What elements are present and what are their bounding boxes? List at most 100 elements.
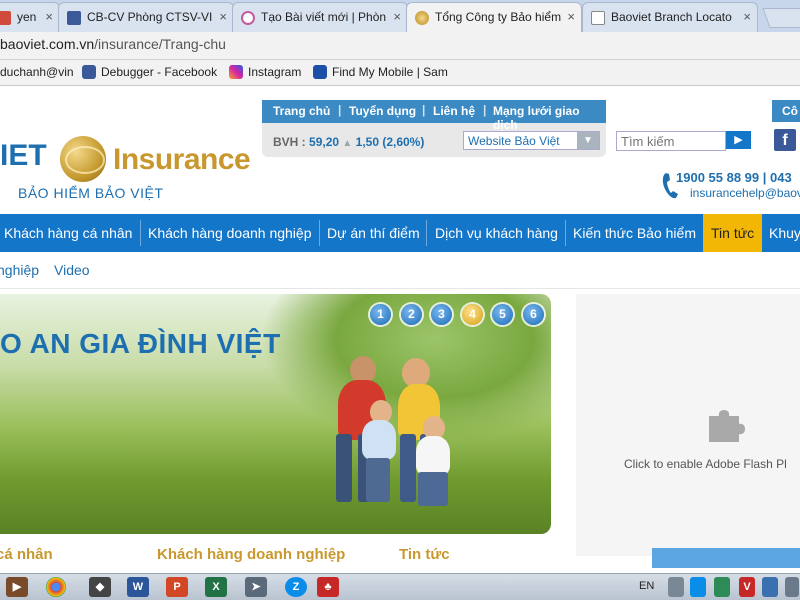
bookmark[interactable]: Instagram — [229, 65, 301, 79]
slide-dot-3[interactable]: 3 — [431, 304, 452, 325]
top-nav-careers[interactable]: Tuyển dụng — [349, 104, 416, 118]
section-business[interactable]: Khách hàng doanh nghiệp — [157, 546, 345, 563]
nav-personal-customers[interactable]: Khách hàng cá nhân — [4, 214, 132, 252]
excel-icon[interactable]: X — [205, 577, 227, 597]
game-icon[interactable]: ♣ — [317, 577, 339, 597]
mail-icon — [0, 11, 11, 25]
address-bar[interactable]: baoviet.com.vn/insurance/Trang-chu — [0, 32, 800, 60]
subnav-business[interactable]: nghiệp — [0, 262, 39, 278]
section-personal[interactable]: cá nhân — [0, 546, 53, 563]
tab-title: CB-CV Phòng CTSV-VI — [87, 10, 213, 24]
facebook-icon — [82, 65, 96, 79]
separator: | — [483, 103, 487, 117]
page-icon — [591, 11, 605, 25]
puzzle-piece-icon — [709, 410, 745, 442]
slide-dot-1[interactable]: 1 — [370, 304, 391, 325]
nav-divider — [319, 220, 320, 246]
slide-dot-6[interactable]: 6 — [523, 304, 544, 325]
bookmark[interactable]: Find My Mobile | Sam — [313, 65, 448, 79]
stock-price: 59,20 — [309, 135, 340, 149]
browser-tab-strip: yen d × CB-CV Phòng CTSV-VI × Tạo Bài vi… — [0, 0, 800, 33]
nav-insurance-knowledge[interactable]: Kiến thức Bảo hiểm — [573, 214, 696, 252]
widget-box — [652, 548, 800, 568]
nav-business-customers[interactable]: Khách hàng doanh nghiệp — [148, 214, 311, 252]
separator: | — [338, 103, 342, 117]
close-icon[interactable]: × — [45, 3, 53, 31]
bookmark[interactable]: duchanh@vin — [0, 65, 74, 79]
volume-icon[interactable] — [785, 577, 799, 597]
support-email[interactable]: insurancehelp@baov — [690, 186, 800, 200]
globe-icon — [60, 136, 106, 182]
url-text[interactable]: baoviet.com.vn/insurance/Trang-chu — [0, 36, 226, 52]
browser-tab-active[interactable]: Tổng Công ty Bảo hiểm × — [406, 2, 582, 33]
antivirus-icon[interactable]: V — [739, 577, 755, 597]
chrome-icon[interactable] — [46, 577, 66, 597]
main-nav: Khách hàng cá nhân Khách hàng doanh nghi… — [0, 214, 800, 252]
hero-banner[interactable]: O AN GIA ĐÌNH VIỆT 1 2 3 4 5 6 — [0, 294, 551, 534]
nav-news[interactable]: Tin tức — [703, 214, 763, 252]
website-select[interactable]: Website Bảo Việt ▼ — [463, 131, 600, 150]
browser-tab[interactable]: CB-CV Phòng CTSV-VI × — [58, 2, 234, 32]
nav-divider — [565, 220, 566, 246]
top-nav-branch-network[interactable]: Mạng lưới giao dịch — [493, 104, 606, 132]
slide-dot-5[interactable]: 5 — [492, 304, 513, 325]
chevron-down-icon[interactable]: ▼ — [577, 132, 599, 149]
nav-pilot-projects[interactable]: Dự án thí điểm — [327, 214, 420, 252]
bookmark-label: Debugger - Facebook — [101, 65, 218, 79]
close-icon[interactable]: × — [393, 3, 401, 31]
flash-plugin-placeholder[interactable]: Click to enable Adobe Flash Pl — [576, 294, 800, 556]
bookmark-label: Find My Mobile | Sam — [332, 65, 448, 79]
cloud-icon[interactable] — [668, 577, 684, 597]
tab-title: Tạo Bài viết mới | Phòn — [261, 10, 387, 24]
update-icon[interactable] — [714, 577, 730, 597]
arrow-icon[interactable]: ➤ — [245, 577, 267, 597]
tab-title: yen d — [17, 10, 39, 24]
alien-icon[interactable]: ◆ — [89, 577, 111, 597]
flash-message: Click to enable Adobe Flash Pl — [624, 457, 787, 471]
browser-tab[interactable]: Tạo Bài viết mới | Phòn × — [232, 2, 408, 32]
sub-nav: nghiệp Video — [0, 252, 800, 289]
bookmarks-bar: duchanh@vin Debugger - Facebook Instagra… — [0, 60, 800, 86]
media-player-icon[interactable]: ▶ — [6, 577, 28, 597]
zalo-tray-icon[interactable] — [690, 577, 706, 597]
corner-tab[interactable]: Cô — [772, 100, 800, 122]
stock-change: 1,50 (2,60%) — [355, 135, 425, 149]
zalo-icon[interactable]: Z — [285, 577, 307, 597]
stock-ticker: BVH : 59,20 ▲ 1,50 (2,60%) — [273, 135, 424, 149]
network-icon[interactable] — [762, 577, 778, 597]
slide-dot-4[interactable]: 4 — [462, 304, 483, 325]
browser-tab[interactable]: yen d × — [0, 2, 60, 32]
wordpress-icon — [241, 11, 255, 25]
nav-promotions[interactable]: Khuy — [769, 214, 800, 252]
search-button[interactable]: ▶ — [726, 131, 751, 149]
banner-headline: O AN GIA ĐÌNH VIỆT — [0, 328, 281, 359]
facebook-icon: f — [782, 132, 788, 149]
arrow-right-icon: ▶ — [734, 134, 743, 146]
stock-label: BVH : — [273, 135, 306, 149]
arrow-up-icon: ▲ — [342, 138, 353, 149]
baoviet-icon — [415, 11, 429, 25]
top-nav-home[interactable]: Trang chủ — [273, 104, 330, 118]
new-tab-button[interactable] — [762, 8, 800, 28]
logo-word: IET — [0, 139, 47, 172]
slide-dot-2[interactable]: 2 — [401, 304, 422, 325]
top-nav: Trang chủ | Tuyển dụng | Liên hệ | Mạng … — [262, 100, 606, 132]
facebook-button[interactable]: f — [774, 129, 796, 151]
tab-title: Tổng Công ty Bảo hiểm — [435, 10, 561, 24]
hotline-number[interactable]: 1900 55 88 99 | 043 — [676, 170, 792, 185]
browser-tab[interactable]: Baoviet Branch Locato × — [582, 2, 758, 32]
language-indicator[interactable]: EN — [639, 580, 654, 592]
subnav-video[interactable]: Video — [54, 262, 90, 278]
nav-customer-service[interactable]: Dịch vụ khách hàng — [435, 214, 558, 252]
top-nav-contact[interactable]: Liên hệ — [433, 104, 475, 118]
instagram-icon — [229, 65, 243, 79]
close-icon[interactable]: × — [743, 3, 751, 31]
close-icon[interactable]: × — [567, 3, 575, 31]
word-icon[interactable]: W — [127, 577, 149, 597]
powerpoint-icon[interactable]: P — [166, 577, 188, 597]
bookmark-label: duchanh@vin — [0, 65, 74, 79]
close-icon[interactable]: × — [219, 3, 227, 31]
section-news[interactable]: Tin tức — [399, 546, 450, 563]
search-input[interactable] — [616, 131, 726, 151]
bookmark[interactable]: Debugger - Facebook — [82, 65, 217, 79]
